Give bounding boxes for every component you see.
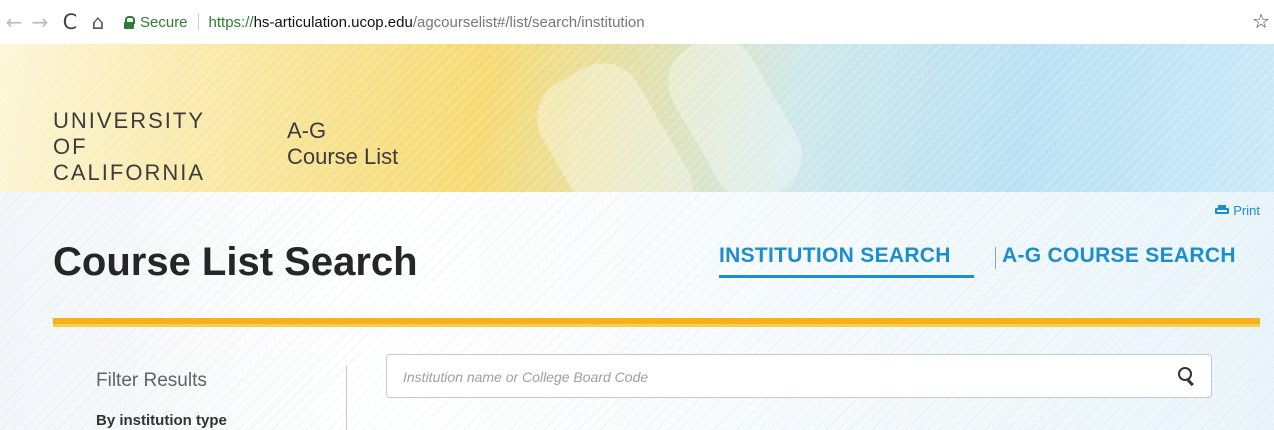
tab-institution-search[interactable]: INSTITUTION SEARCH xyxy=(719,244,951,268)
university-of-california-logo[interactable]: UNIVERSITY OF CALIFORNIA xyxy=(53,108,205,186)
search-box xyxy=(386,354,1212,398)
printer-icon xyxy=(1215,205,1230,216)
address-bar[interactable]: Secure https:// hs-articulation.ucop.edu… xyxy=(120,9,1230,35)
logo-line: UNIVERSITY xyxy=(53,108,206,133)
print-link[interactable]: Print xyxy=(1215,203,1260,218)
secure-label: Secure xyxy=(140,13,188,31)
forward-arrow-icon[interactable]: → xyxy=(28,9,52,35)
reload-icon[interactable]: C xyxy=(58,9,82,35)
sidebar-divider xyxy=(346,366,347,430)
tab-ag-course-search[interactable]: A-G COURSE SEARCH xyxy=(1002,244,1236,268)
home-icon[interactable]: ⌂ xyxy=(86,9,110,35)
browser-toolbar: ← → C ⌂ Secure https:// hs-articulation.… xyxy=(0,0,1274,45)
page-title: Course List Search xyxy=(53,240,418,284)
print-label: Print xyxy=(1233,203,1260,218)
logo-line: CALIFORNIA xyxy=(53,160,206,185)
lock-icon xyxy=(124,15,135,29)
app-title-line: A-G xyxy=(287,118,327,143)
address-separator xyxy=(197,13,199,31)
app-title-line: Course List xyxy=(287,144,399,169)
active-tab-indicator xyxy=(719,275,974,278)
section-divider xyxy=(53,318,1260,327)
filter-section-institution-type[interactable]: By institution type xyxy=(96,412,227,429)
bookmark-star-icon[interactable]: ☆ xyxy=(1252,9,1270,33)
tab-divider xyxy=(995,247,996,269)
institution-search-input[interactable] xyxy=(401,364,1145,390)
url-scheme: https:// xyxy=(208,13,254,31)
filter-results-heading: Filter Results xyxy=(96,370,207,391)
logo-line: OF xyxy=(53,134,88,159)
url-host: hs-articulation.ucop.edu xyxy=(253,13,413,31)
back-arrow-icon[interactable]: ← xyxy=(2,9,26,35)
search-icon[interactable] xyxy=(1177,366,1197,386)
app-title[interactable]: A-G Course List xyxy=(287,118,398,170)
header-banner: UNIVERSITY OF CALIFORNIA A-G Course List xyxy=(0,44,1274,192)
url-path: /agcourselist#/list/search/institution xyxy=(412,13,645,31)
